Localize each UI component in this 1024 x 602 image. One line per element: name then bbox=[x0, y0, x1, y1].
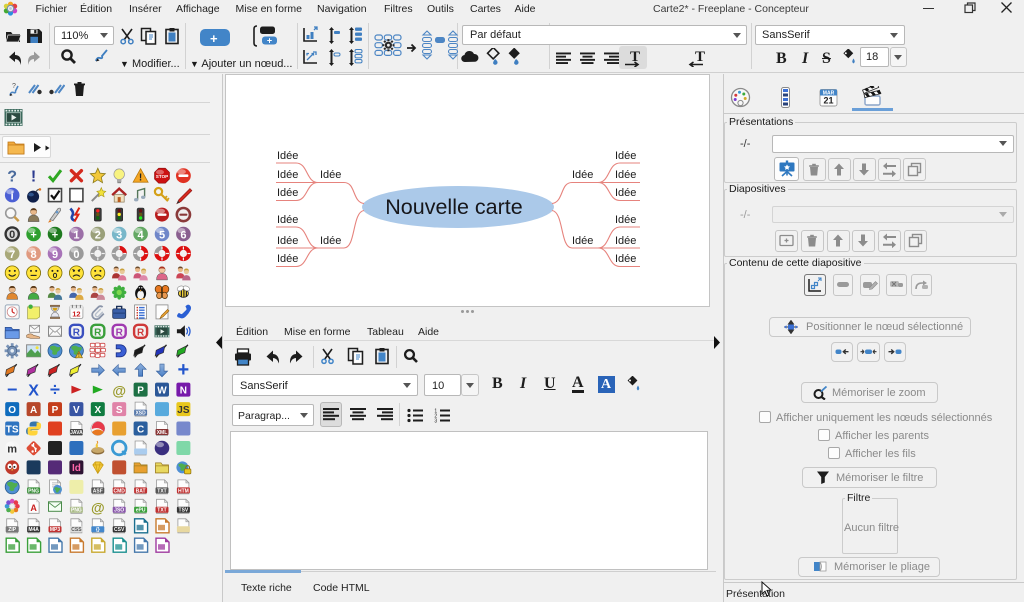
svg-text:9: 9 bbox=[52, 249, 58, 261]
svg-text:JS: JS bbox=[177, 405, 190, 416]
svg-text:@: @ bbox=[91, 499, 105, 515]
svg-text:XML: XML bbox=[157, 430, 168, 436]
svg-text:m: m bbox=[7, 443, 17, 455]
svg-text:C: C bbox=[137, 424, 144, 435]
svg-text:N: N bbox=[180, 385, 187, 396]
svg-text:STOP: STOP bbox=[156, 174, 168, 179]
svg-text:CMD: CMD bbox=[114, 488, 126, 494]
svg-text:CSS: CSS bbox=[71, 527, 82, 533]
svg-text:PNG: PNG bbox=[28, 488, 39, 494]
svg-text:S: S bbox=[116, 405, 123, 416]
svg-text:BAT: BAT bbox=[136, 488, 146, 494]
svg-text:6: 6 bbox=[180, 229, 186, 241]
svg-text:3: 3 bbox=[116, 229, 122, 241]
svg-text:HTM: HTM bbox=[178, 488, 189, 494]
svg-text:+: + bbox=[267, 35, 272, 45]
svg-text:P: P bbox=[137, 385, 144, 396]
svg-text:i: i bbox=[11, 191, 14, 203]
svg-text:CSV: CSV bbox=[114, 527, 125, 533]
svg-text:0: 0 bbox=[9, 229, 15, 241]
svg-text:4: 4 bbox=[138, 229, 145, 241]
svg-text:X: X bbox=[94, 405, 101, 416]
svg-text:!: ! bbox=[139, 173, 142, 184]
svg-text:TXT: TXT bbox=[157, 508, 166, 514]
svg-text:T: T bbox=[695, 49, 705, 65]
svg-text:JSO: JSO bbox=[114, 508, 124, 514]
svg-text:R: R bbox=[137, 327, 145, 338]
svg-text:A: A bbox=[30, 503, 37, 513]
svg-text:XSD: XSD bbox=[135, 411, 146, 417]
svg-text:12: 12 bbox=[72, 310, 80, 319]
svg-text:ASF: ASF bbox=[93, 488, 103, 494]
svg-text:0: 0 bbox=[73, 249, 79, 261]
svg-text:−: − bbox=[7, 380, 18, 400]
svg-text:{}: {} bbox=[96, 527, 100, 533]
svg-text:TSV: TSV bbox=[179, 508, 189, 514]
svg-text:R: R bbox=[73, 327, 81, 338]
svg-text:÷: ÷ bbox=[50, 380, 60, 400]
svg-text:R: R bbox=[94, 327, 102, 338]
svg-text:V: V bbox=[73, 405, 80, 416]
svg-text:ZIP: ZIP bbox=[8, 527, 16, 533]
svg-text:?: ? bbox=[7, 169, 17, 186]
svg-text:R: R bbox=[116, 327, 124, 338]
svg-text:X: X bbox=[28, 383, 39, 400]
svg-text:Id: Id bbox=[72, 463, 81, 474]
svg-text:+: + bbox=[178, 359, 190, 381]
svg-text:M4A: M4A bbox=[28, 527, 39, 533]
svg-text:PNG: PNG bbox=[71, 508, 82, 514]
svg-text:TXT: TXT bbox=[157, 488, 166, 494]
svg-text:+: + bbox=[52, 229, 58, 241]
svg-text:!: ! bbox=[78, 353, 80, 359]
svg-text:ePU: ePU bbox=[136, 508, 146, 514]
svg-text:W: W bbox=[157, 385, 167, 396]
svg-text:2: 2 bbox=[95, 229, 101, 241]
svg-text:7: 7 bbox=[9, 249, 15, 261]
svg-text:A: A bbox=[30, 405, 37, 416]
svg-text:P: P bbox=[52, 405, 59, 416]
svg-text:8: 8 bbox=[31, 249, 37, 261]
svg-text:@: @ bbox=[112, 383, 126, 399]
svg-text:TS: TS bbox=[6, 424, 19, 435]
svg-text:21: 21 bbox=[823, 96, 833, 106]
svg-text:1: 1 bbox=[73, 229, 79, 241]
svg-text:!: ! bbox=[31, 169, 36, 186]
svg-text:+: + bbox=[30, 229, 36, 241]
svg-text:JAVA: JAVA bbox=[70, 430, 83, 436]
svg-text:MP3: MP3 bbox=[50, 527, 61, 533]
svg-text:5: 5 bbox=[159, 229, 165, 241]
svg-text:3: 3 bbox=[434, 419, 437, 424]
svg-text:O: O bbox=[8, 405, 16, 416]
